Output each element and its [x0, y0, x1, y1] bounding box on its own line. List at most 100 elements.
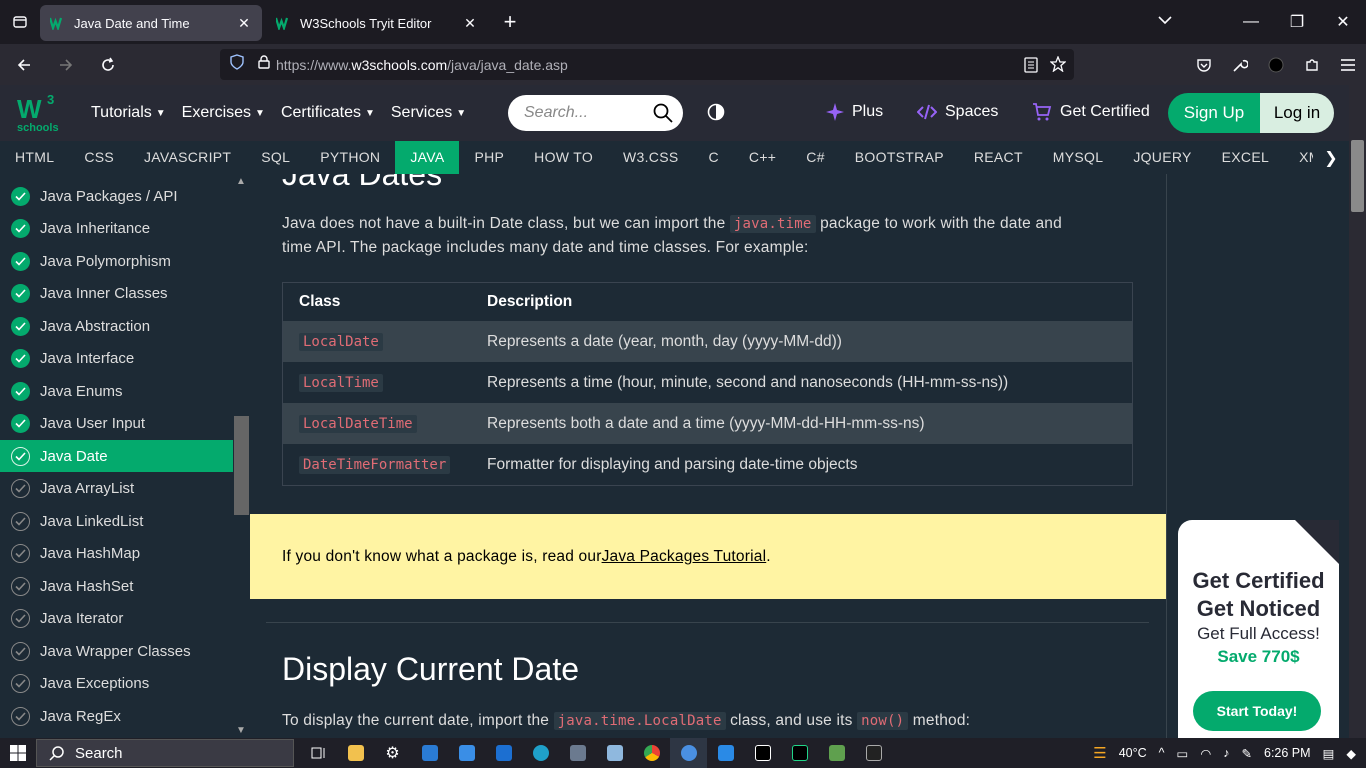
browser-tab-java-date[interactable]: Java Date and Time ✕: [40, 5, 262, 41]
sidebar-item[interactable]: Java Interface: [0, 343, 233, 375]
sidebar-item[interactable]: Java LinkedList: [0, 505, 233, 537]
edge-icon[interactable]: [522, 738, 559, 768]
reload-icon[interactable]: [90, 49, 126, 81]
notepad-icon[interactable]: [596, 738, 633, 768]
subject-jquery[interactable]: JQUERY: [1118, 141, 1206, 174]
browser-tab-tryit[interactable]: W3Schools Tryit Editor ✕: [266, 5, 488, 41]
sidebar-item[interactable]: Java Date: [0, 440, 233, 472]
sign-up-button[interactable]: Sign Up: [1168, 93, 1260, 133]
chevron-right-icon[interactable]: ❯: [1313, 141, 1349, 174]
subject-c-[interactable]: C++: [734, 141, 791, 174]
subject-bootstrap[interactable]: BOOTSTRAP: [840, 141, 959, 174]
hamburger-menu-icon[interactable]: [1330, 58, 1366, 72]
certification-ad[interactable]: Get Certified Get Noticed Get Full Acces…: [1178, 520, 1339, 750]
vscode-icon[interactable]: [707, 738, 744, 768]
search-icon[interactable]: [653, 103, 673, 128]
volume-icon[interactable]: ♪: [1223, 746, 1229, 760]
menu-certificates[interactable]: Certificates ▼: [281, 104, 375, 122]
close-tab-icon[interactable]: ✕: [236, 15, 252, 31]
log-in-button[interactable]: Log in: [1260, 93, 1334, 133]
java-packages-tutorial-link[interactable]: Java Packages Tutorial: [602, 548, 767, 566]
sidebar-item[interactable]: Java Inner Classes: [0, 278, 233, 310]
bookmark-star-icon[interactable]: [1049, 55, 1067, 77]
sidebar-item[interactable]: Java Inheritance: [0, 213, 233, 245]
firefox-icon[interactable]: [670, 738, 707, 768]
address-bar[interactable]: https://www.w3schools.com/java/java_date…: [220, 49, 1074, 80]
pen-icon[interactable]: ✎: [1242, 746, 1252, 761]
extension-dark-icon[interactable]: [1258, 57, 1294, 73]
sidebar-item[interactable]: Java ArrayList: [0, 473, 233, 505]
plus-link[interactable]: Plus: [826, 103, 883, 121]
minimize-icon[interactable]: —: [1228, 13, 1274, 31]
sidebar-item[interactable]: Java Exceptions: [0, 668, 233, 700]
sidebar-item[interactable]: Java Abstraction: [0, 310, 233, 342]
scroll-up-icon[interactable]: ▲: [236, 176, 246, 187]
mail-icon[interactable]: [485, 738, 522, 768]
wrench-icon[interactable]: [1222, 57, 1258, 73]
reader-view-icon[interactable]: [1024, 57, 1038, 78]
back-icon[interactable]: [6, 49, 42, 81]
settings-gear-icon[interactable]: ⚙: [374, 738, 411, 768]
subject-w3-css[interactable]: W3.CSS: [608, 141, 693, 174]
battery-icon[interactable]: ▭: [1177, 746, 1189, 761]
subject-how-to[interactable]: HOW TO: [519, 141, 608, 174]
menu-exercises[interactable]: Exercises ▼: [182, 104, 265, 122]
sidebar-item[interactable]: Java HashSet: [0, 570, 233, 602]
get-certified-link[interactable]: Get Certified: [1032, 103, 1150, 121]
w3schools-logo[interactable]: W 3 schools: [17, 90, 75, 136]
shield-icon[interactable]: [230, 54, 244, 75]
scroll-down-icon[interactable]: ▼: [236, 725, 246, 736]
menu-services[interactable]: Services ▼: [391, 104, 466, 122]
restore-icon[interactable]: ❐: [1274, 12, 1320, 32]
subject-c[interactable]: C: [694, 141, 734, 174]
intellij-icon[interactable]: [744, 738, 781, 768]
outlook-icon[interactable]: [411, 738, 448, 768]
sidebar-item[interactable]: Java User Input: [0, 408, 233, 440]
close-tab-icon[interactable]: ✕: [462, 15, 478, 31]
store-icon[interactable]: [448, 738, 485, 768]
chevron-down-icon[interactable]: [1158, 12, 1172, 30]
spaces-link[interactable]: Spaces: [917, 103, 998, 121]
page-scrollbar[interactable]: [1349, 85, 1366, 738]
subject-excel[interactable]: EXCEL: [1207, 141, 1284, 174]
chrome-icon[interactable]: [633, 738, 670, 768]
pycharm-icon[interactable]: [781, 738, 818, 768]
subject-mysql[interactable]: MYSQL: [1038, 141, 1119, 174]
subject-java[interactable]: JAVA: [395, 141, 460, 174]
close-window-icon[interactable]: ✕: [1320, 12, 1366, 32]
windows-start-icon[interactable]: [10, 745, 26, 766]
lock-icon[interactable]: [258, 55, 270, 74]
sidebar-item[interactable]: Java Wrapper Classes: [0, 635, 233, 667]
clock[interactable]: 6:26 PM: [1264, 746, 1311, 760]
wifi-icon[interactable]: ◠: [1200, 746, 1211, 761]
calculator-icon[interactable]: [559, 738, 596, 768]
sidebar-item[interactable]: Java HashMap: [0, 538, 233, 570]
sidebar-item[interactable]: Java RegEx: [0, 700, 233, 732]
sidebar-item[interactable]: Java Iterator: [0, 603, 233, 635]
menu-tutorials[interactable]: Tutorials ▼: [91, 104, 166, 122]
contrast-toggle-icon[interactable]: [707, 103, 725, 126]
pocket-icon[interactable]: [1186, 57, 1222, 73]
subject-html[interactable]: HTML: [0, 141, 69, 174]
subject-c-[interactable]: C#: [791, 141, 840, 174]
copilot-icon[interactable]: ◆: [1346, 746, 1356, 761]
notification-icon[interactable]: ▤: [1323, 746, 1335, 761]
new-tab-icon[interactable]: +: [492, 4, 528, 40]
sidebar-scroll-thumb[interactable]: [234, 416, 249, 515]
taskbar-search[interactable]: Search: [36, 739, 294, 767]
subject-python[interactable]: PYTHON: [305, 141, 395, 174]
sidebar-item[interactable]: Java Polymorphism: [0, 245, 233, 277]
task-view-icon[interactable]: [300, 738, 337, 768]
file-explorer-icon[interactable]: [337, 738, 374, 768]
tab-list-icon[interactable]: [0, 0, 40, 44]
subject-php[interactable]: PHP: [459, 141, 519, 174]
subject-javascript[interactable]: JAVASCRIPT: [129, 141, 246, 174]
subject-sql[interactable]: SQL: [246, 141, 305, 174]
extensions-puzzle-icon[interactable]: [1294, 57, 1330, 73]
page-scroll-thumb[interactable]: [1351, 140, 1364, 212]
terminal-icon[interactable]: [855, 738, 892, 768]
sidebar-item[interactable]: Java Packages / API: [0, 180, 233, 212]
sidebar-item[interactable]: Java Enums: [0, 375, 233, 407]
search-input[interactable]: Search...: [508, 95, 683, 131]
sidebar-scrollbar[interactable]: ▲ ▼: [233, 174, 250, 738]
